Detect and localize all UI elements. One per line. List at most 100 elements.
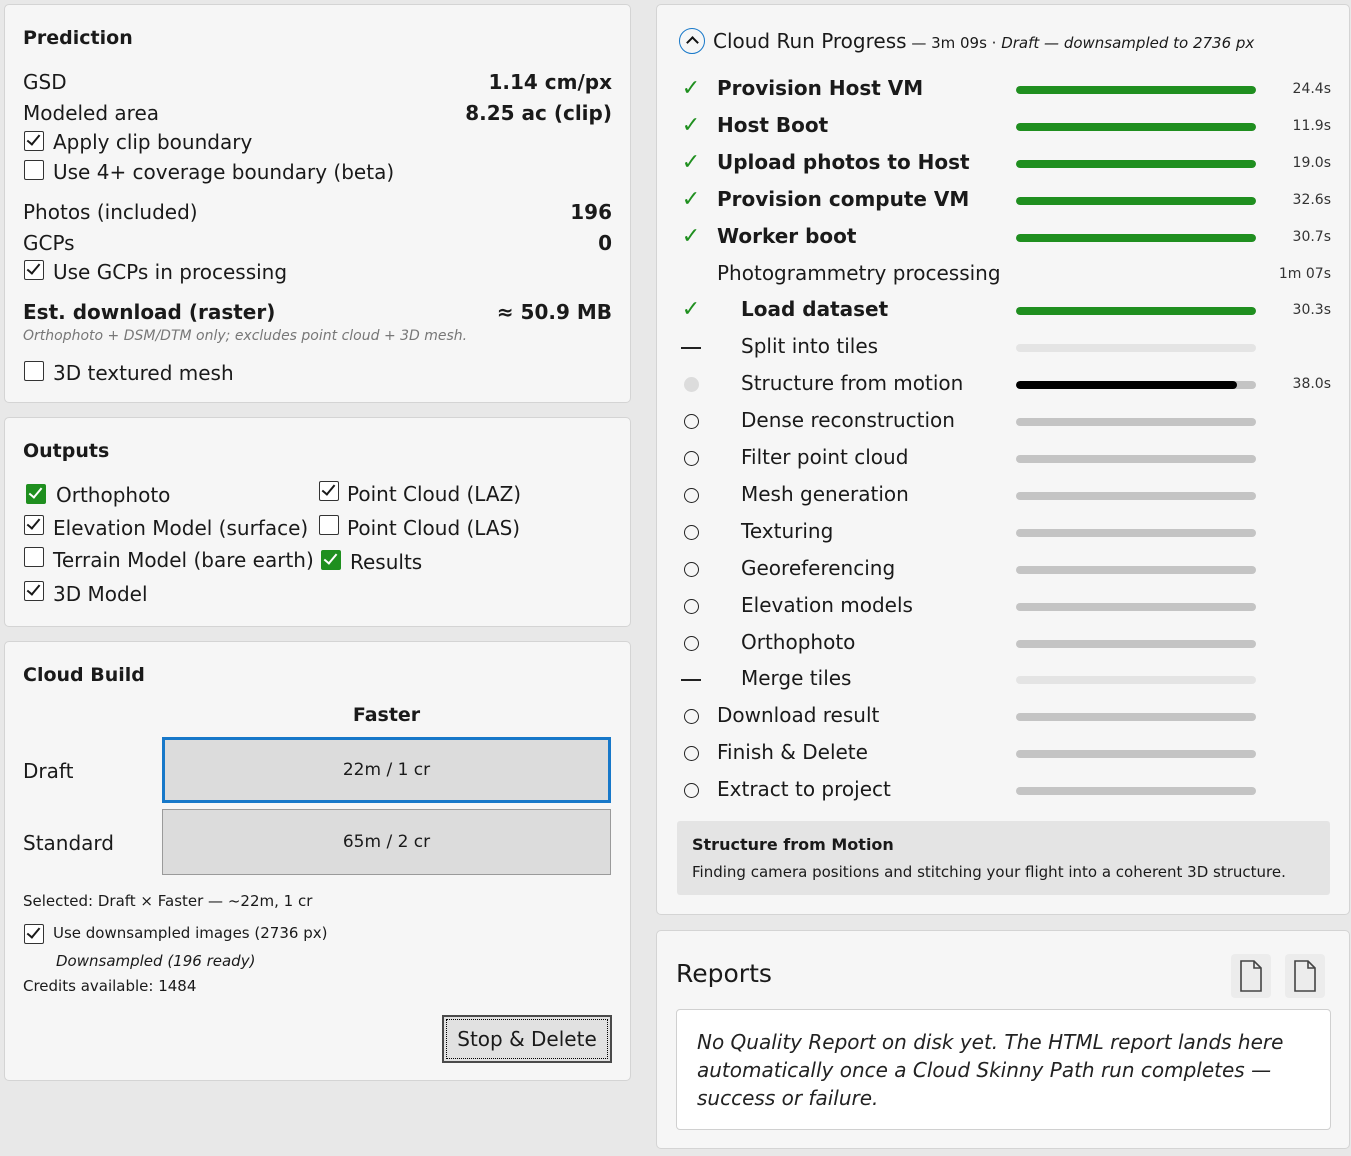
option-draft-faster[interactable]: 22m / 1 cr	[162, 737, 611, 803]
step-duration: 24.4s	[1292, 81, 1331, 97]
output-label-orthophoto: Orthophoto	[56, 483, 171, 507]
output-label-point-cloud-laz: Point Cloud (LAZ)	[347, 482, 522, 506]
step-progress-bar	[1016, 122, 1256, 131]
step-progress-bar	[1016, 455, 1256, 463]
step-row: Mesh generation	[657, 479, 1351, 516]
step-label: Elevation models	[741, 592, 913, 617]
step-label: Upload photos to Host	[717, 149, 970, 174]
step-progress-fill	[1016, 159, 1256, 168]
step-progress-bar	[1016, 418, 1256, 427]
step-label: Provision Host VM	[717, 76, 924, 100]
step-progress-bar	[1016, 381, 1256, 390]
document-icon[interactable]	[1231, 954, 1271, 998]
check-icon: ✓	[681, 223, 701, 249]
download-label: Est. download (raster)	[23, 300, 276, 324]
step-row: Structure from motion 38.0s	[657, 368, 1351, 405]
gcps-value: 0	[598, 231, 612, 255]
progress-elapsed: — 3m 09s ·	[906, 34, 1002, 52]
output-checkbox-results[interactable]	[321, 550, 341, 570]
step-progress-bar	[1016, 491, 1256, 500]
mesh-label: 3D textured mesh	[53, 361, 234, 385]
step-progress-bar	[1016, 344, 1256, 353]
output-label-3d-model: 3D Model	[53, 582, 148, 606]
download-value: ≈ 50.9 MB	[496, 300, 612, 324]
reports-panel: Reports No Quality Report on disk yet. T…	[656, 930, 1350, 1149]
spinner-dot-icon	[681, 372, 701, 396]
step-row: Filter point cloud	[657, 442, 1351, 479]
check-icon: ✓	[681, 297, 701, 323]
step-progress-fill	[1016, 381, 1237, 390]
check-icon: ✓	[681, 112, 701, 138]
step-duration: 1m 07s	[1278, 265, 1331, 282]
step-info-box: Structure from Motion Finding camera pos…	[677, 821, 1330, 895]
step-label: Split into tiles	[741, 334, 879, 359]
circle-icon	[681, 704, 701, 728]
output-label-terrain: Terrain Model (bare earth)	[53, 548, 314, 572]
step-label: Texturing	[741, 518, 834, 543]
output-checkbox-point-cloud-laz[interactable]	[319, 481, 339, 501]
output-label-elevation: Elevation Model (surface)	[53, 516, 309, 540]
circle-icon	[681, 446, 701, 470]
prediction-panel: Prediction GSD 1.14 cm/px Modeled area 8…	[4, 4, 631, 403]
step-row: Dense reconstruction	[657, 405, 1351, 442]
output-checkbox-elevation[interactable]	[24, 515, 44, 535]
output-checkbox-orthophoto[interactable]	[26, 484, 46, 504]
collapse-chevron-up-icon[interactable]	[679, 28, 705, 54]
step-row: Finish & Delete	[657, 737, 1351, 774]
step-row: ✓ Upload photos to Host 19.0s	[657, 147, 1351, 184]
gsd-value: 1.14 cm/px	[488, 70, 612, 94]
step-row: Merge tiles	[657, 663, 1351, 700]
step-progress-fill	[1016, 196, 1256, 205]
cloud-build-title: Cloud Build	[23, 664, 145, 686]
step-label: Orthophoto	[741, 629, 856, 654]
prediction-title: Prediction	[23, 27, 133, 49]
step-label: Merge tiles	[741, 666, 852, 691]
step-row: Split into tiles	[657, 331, 1351, 368]
row-label-standard: Standard	[23, 831, 114, 855]
step-progress-fill	[1016, 122, 1256, 131]
circle-icon	[681, 741, 701, 765]
reports-title: Reports	[676, 959, 772, 988]
circle-icon	[681, 778, 701, 802]
step-progress-bar	[1016, 750, 1256, 759]
step-progress-bar	[1016, 528, 1256, 537]
option-standard-faster[interactable]: 65m / 2 cr	[162, 809, 611, 875]
coverage-boundary-checkbox[interactable]	[24, 160, 44, 180]
modeled-area-value: 8.25 ac (clip)	[465, 101, 612, 125]
circle-icon	[681, 631, 701, 655]
step-row: Download result	[657, 700, 1351, 737]
step-duration: 30.3s	[1292, 302, 1331, 319]
column-header-faster: Faster	[352, 704, 421, 726]
progress-title: Cloud Run Progress	[713, 29, 907, 53]
output-checkbox-3d-model[interactable]	[24, 581, 44, 601]
modeled-area-label: Modeled area	[23, 101, 160, 125]
clip-boundary-checkbox[interactable]	[24, 131, 44, 151]
circle-icon	[681, 483, 701, 507]
use-gcps-checkbox[interactable]	[24, 260, 44, 280]
step-label: Extract to project	[717, 777, 891, 802]
step-progress-bar	[1016, 233, 1256, 242]
outputs-panel: Outputs Orthophoto Elevation Model (surf…	[4, 417, 631, 627]
gcps-label: GCPs	[23, 231, 75, 255]
step-progress-fill	[1016, 233, 1256, 242]
output-checkbox-terrain[interactable]	[24, 547, 44, 567]
step-row: Extract to project	[657, 774, 1351, 811]
mesh-checkbox[interactable]	[24, 361, 44, 381]
output-checkbox-point-cloud-las[interactable]	[319, 515, 339, 535]
selected-summary: Selected: Draft × Faster — ~22m, 1 cr	[23, 892, 313, 910]
circle-icon	[681, 594, 701, 618]
check-icon: ✓	[681, 149, 701, 175]
stop-delete-button[interactable]: Stop & Delete	[442, 1015, 612, 1063]
step-duration: 38.0s	[1292, 376, 1331, 393]
step-row: Photogrammetry processing 1m 07s	[657, 258, 1351, 295]
step-progress-bar	[1016, 602, 1256, 611]
step-row: Texturing	[657, 516, 1351, 553]
step-progress-bar	[1016, 639, 1256, 648]
credits-available: Credits available: 1484	[23, 977, 197, 995]
coverage-boundary-label: Use 4+ coverage boundary (beta)	[53, 160, 395, 184]
downsample-checkbox[interactable]	[24, 924, 44, 944]
step-duration: 19.0s	[1292, 154, 1331, 171]
document-icon[interactable]	[1285, 954, 1325, 998]
gsd-label: GSD	[23, 70, 67, 94]
step-label: Photogrammetry processing	[717, 260, 1001, 285]
